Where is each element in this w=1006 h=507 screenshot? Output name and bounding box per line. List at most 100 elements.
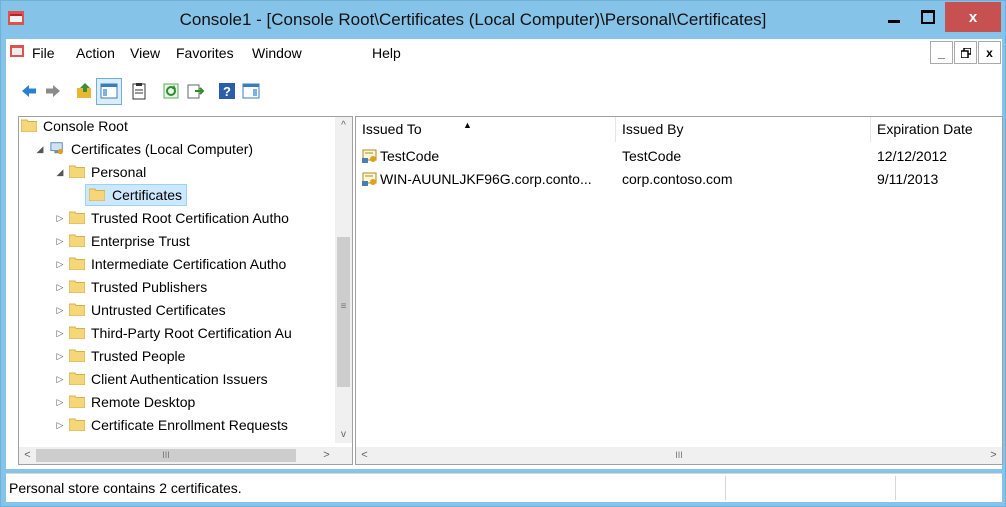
window-title: Console1 - [Console Root\Certificates (L…	[179, 10, 767, 29]
child-minimize-button[interactable]: _	[930, 41, 953, 64]
show-hide-action-pane-icon[interactable]	[242, 82, 260, 100]
menu-favorites[interactable]: Favorites	[176, 45, 234, 61]
scroll-right-icon[interactable]: >	[318, 447, 335, 464]
folder-icon	[69, 280, 85, 293]
menu-file[interactable]: File	[32, 45, 55, 61]
list-hscroll-thumb[interactable]: III	[373, 449, 985, 462]
tree-item-label: Certificate Enrollment Requests	[91, 417, 288, 433]
tree-item-label: Console Root	[43, 118, 128, 134]
tree-item[interactable]: ◢ Personal	[19, 161, 331, 183]
folder-icon	[69, 326, 85, 339]
tree-item-label: Client Authentication Issuers	[91, 371, 268, 387]
toolbar: ?	[6, 66, 1002, 109]
close-icon: x	[968, 8, 978, 26]
export-list-icon[interactable]	[186, 82, 204, 100]
folder-icon	[69, 372, 85, 385]
collapse-arrow-icon[interactable]: ◢	[55, 161, 65, 183]
tree-item-label: Trusted Root Certification Autho	[91, 210, 289, 226]
tree-item[interactable]: ▷ Remote Desktop	[19, 391, 331, 413]
scroll-left-icon[interactable]: <	[356, 447, 373, 464]
expand-arrow-icon[interactable]: ▷	[55, 253, 65, 275]
scroll-down-icon[interactable]: v	[335, 426, 352, 443]
maximize-icon	[921, 10, 935, 24]
show-hide-tree-button[interactable]	[96, 78, 122, 105]
tree-vertical-scrollbar[interactable]: ^ ≡ v	[335, 117, 352, 443]
back-arrow-icon[interactable]	[20, 82, 38, 100]
tree-scroll-thumb[interactable]: ≡	[337, 237, 350, 387]
tree-item[interactable]: ▷ Trusted Root Certification Autho	[19, 207, 331, 229]
scroll-corner	[335, 447, 352, 464]
expand-arrow-icon[interactable]: ▷	[55, 230, 65, 252]
certificate-icon	[362, 172, 377, 186]
expand-arrow-icon[interactable]: ▷	[55, 391, 65, 413]
cell-issued-to: TestCode	[380, 148, 440, 164]
tree-item-label: Untrusted Certificates	[91, 302, 226, 318]
certificate-row[interactable]: WIN-AUUNLJKF96G.corp.conto... corp.contos…	[356, 168, 996, 190]
folder-icon	[21, 119, 37, 132]
child-window-controls: _ x	[929, 41, 1001, 64]
tree-item[interactable]: ▷ Client Authentication Issuers	[19, 368, 331, 390]
console-tree-pane[interactable]: Console Root ◢ Certificates (Local Compute…	[18, 116, 353, 465]
folder-icon	[69, 234, 85, 247]
expand-arrow-icon[interactable]: ▷	[55, 276, 65, 298]
column-header-issued-by[interactable]: Issued By	[616, 117, 871, 142]
expand-arrow-icon[interactable]: ▷	[55, 322, 65, 344]
expand-arrow-icon[interactable]: ▷	[55, 207, 65, 229]
menu-bar: File Action View Favorites Window Help _…	[6, 39, 1002, 67]
menu-action[interactable]: Action	[76, 45, 115, 61]
expand-arrow-icon[interactable]: ▷	[55, 414, 65, 436]
tree-item[interactable]: Console Root	[19, 117, 331, 137]
expand-arrow-icon[interactable]: ▷	[55, 299, 65, 321]
folder-icon	[69, 165, 85, 178]
tree-item[interactable]: ▷ Untrusted Certificates	[19, 299, 331, 321]
scroll-right-icon[interactable]: >	[985, 447, 1002, 464]
forward-arrow-icon[interactable]	[44, 82, 62, 100]
scroll-grip-icon: ≡	[340, 301, 347, 312]
tree-item-label: Remote Desktop	[91, 394, 196, 410]
certificate-row[interactable]: TestCode TestCode 12/12/2012	[356, 145, 996, 167]
tree-horizontal-scrollbar[interactable]: < III >	[19, 447, 335, 464]
help-icon[interactable]: ?	[218, 82, 236, 100]
menu-help[interactable]: Help	[372, 45, 401, 61]
show-hide-tree-icon	[100, 83, 118, 99]
certificate-list-pane[interactable]: Issued To ▲ Issued By Expiration Date Te…	[355, 116, 1003, 465]
folder-icon	[69, 303, 85, 316]
column-header-expiration-date[interactable]: Expiration Date	[871, 117, 1002, 142]
restore-icon	[960, 47, 971, 58]
child-close-button[interactable]: x	[978, 41, 1001, 64]
scroll-left-icon[interactable]: <	[19, 447, 36, 464]
menu-view[interactable]: View	[130, 45, 160, 61]
tree-item[interactable]: Certificates	[19, 184, 331, 206]
properties-icon[interactable]	[130, 82, 148, 100]
maximize-button[interactable]	[911, 2, 945, 32]
up-folder-icon[interactable]	[76, 82, 94, 100]
list-horizontal-scrollbar[interactable]: < III >	[356, 447, 1002, 464]
tree-item[interactable]: ▷ Trusted Publishers	[19, 276, 331, 298]
content-area: Console Root ◢ Certificates (Local Compute…	[6, 109, 1003, 469]
child-restore-button[interactable]	[954, 41, 977, 64]
column-header-issued-to[interactable]: Issued To ▲	[356, 117, 616, 142]
tree-item[interactable]: ▷ Enterprise Trust	[19, 230, 331, 252]
cell-expiration: 9/11/2013	[877, 171, 939, 187]
folder-icon	[69, 257, 85, 270]
tree-hscroll-thumb[interactable]: III	[36, 449, 296, 462]
scroll-up-icon[interactable]: ^	[335, 117, 352, 134]
expand-arrow-icon[interactable]: ▷	[55, 345, 65, 367]
tree-item[interactable]: ▷ Intermediate Certification Autho	[19, 253, 331, 275]
tree-item[interactable]: ▷ Third-Party Root Certification Au	[19, 322, 331, 344]
refresh-icon[interactable]	[162, 82, 180, 100]
tree-item[interactable]: ◢ Certificates (Local Computer)	[19, 138, 331, 160]
menu-window[interactable]: Window	[252, 45, 302, 61]
close-button[interactable]: x	[945, 2, 1001, 32]
tree-item[interactable]: ▷ Trusted People	[19, 345, 331, 367]
status-text: Personal store contains 2 certificates.	[9, 480, 242, 496]
collapse-arrow-icon[interactable]: ◢	[35, 138, 45, 160]
title-bar[interactable]: Console1 - [Console Root\Certificates (L…	[1, 1, 1005, 39]
console-document-icon[interactable]	[9, 43, 25, 59]
mmc-window: Console1 - [Console Root\Certificates (L…	[0, 0, 1006, 507]
cell-expiration: 12/12/2012	[877, 148, 948, 164]
minimize-button[interactable]	[877, 2, 911, 32]
folder-icon	[69, 395, 85, 408]
tree-item[interactable]: ▷ Certificate Enrollment Requests	[19, 414, 331, 436]
expand-arrow-icon[interactable]: ▷	[55, 368, 65, 390]
